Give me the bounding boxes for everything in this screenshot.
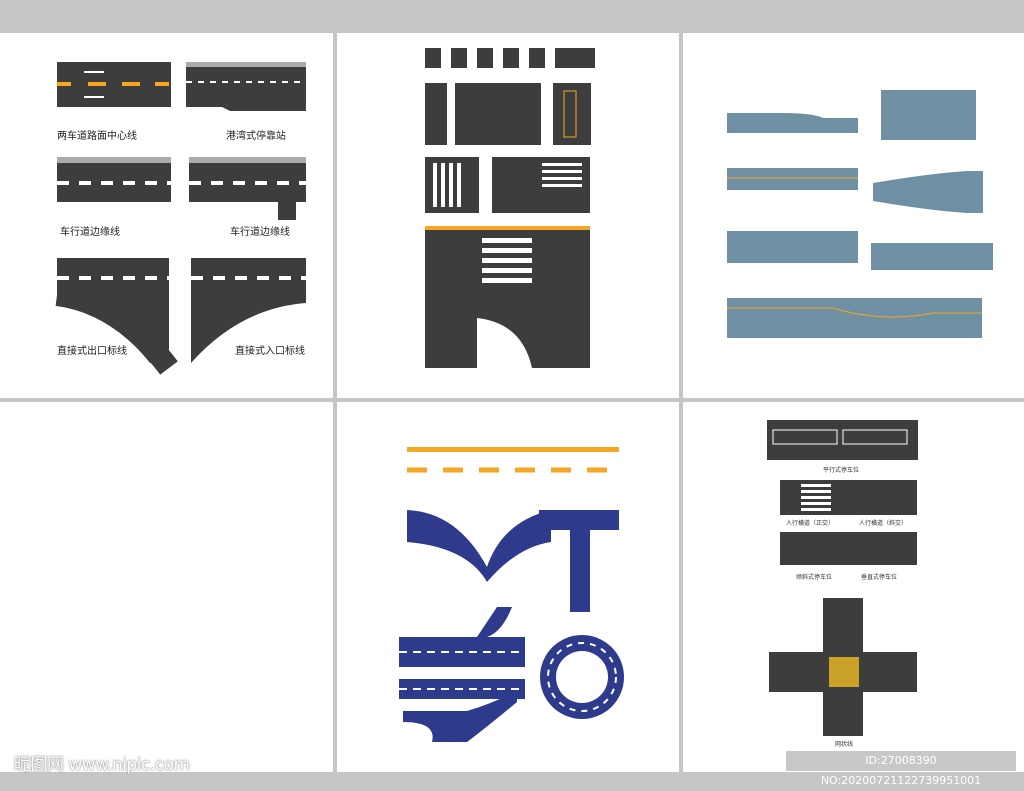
panel-highway <box>683 33 1024 398</box>
blue-road-illustrations <box>399 447 624 742</box>
panel-intersection <box>337 33 679 398</box>
watermark-logo: 昵图网 www.nipic.com <box>14 755 190 775</box>
label-crosswalk-orthogonal: 人行横道（正交） <box>786 520 835 527</box>
panel-empty <box>0 402 333 772</box>
label-bus-bay: 港湾式停靠站 <box>226 131 286 142</box>
parking-crossing-illustrations <box>767 420 918 736</box>
label-parallel-parking: 平行式停车位 <box>823 467 860 474</box>
label-exit: 直接式出口标线 <box>57 346 127 357</box>
label-perpendicular-parking: 垂直式停车位 <box>861 574 898 581</box>
panel-blue-roads <box>337 402 679 772</box>
highway-illustrations <box>727 90 993 338</box>
panel-parking-crossings: 平行式停车位 人行横道（正交） 人行横道（斜交） 倾斜式停车位 垂直式停车位 网… <box>683 402 1024 772</box>
label-grid-line: 网状线 <box>835 741 854 748</box>
image-id: ID:27008390 NO:20200721122739951001 <box>786 751 1016 787</box>
label-edge-line-1: 车行道边缘线 <box>60 227 120 238</box>
label-centerline: 两车道路面中心线 <box>57 131 137 142</box>
label-edge-line-2: 车行道边缘线 <box>230 227 290 238</box>
intersection-illustration <box>425 48 595 368</box>
label-entrance: 直接式入口标线 <box>235 346 305 357</box>
panel-lane-markings: 两车道路面中心线 港湾式停靠站 车行道边缘线 车行道边缘线 直接式出口标线 直接… <box>0 33 333 398</box>
label-crosswalk-oblique: 人行横道（斜交） <box>859 520 908 527</box>
label-angled-parking: 倾斜式停车位 <box>796 574 833 581</box>
